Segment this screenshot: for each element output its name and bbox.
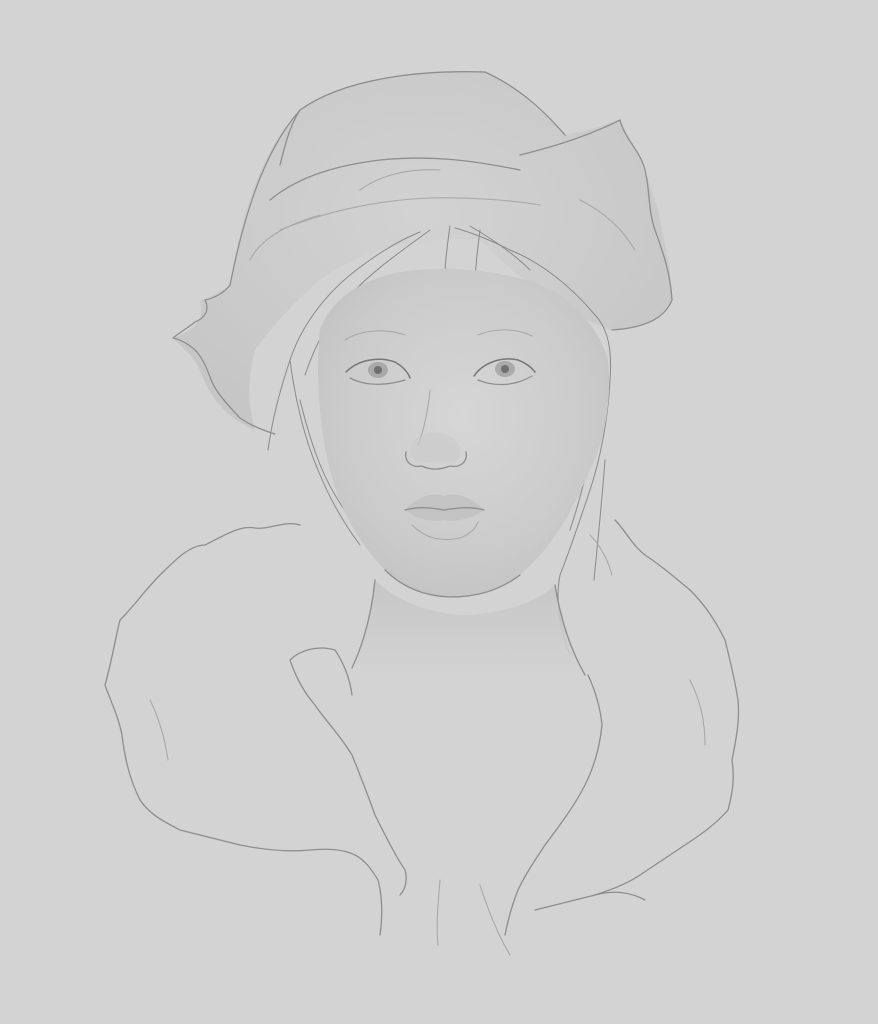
pencil-sketch xyxy=(104,71,740,956)
neck xyxy=(351,579,586,956)
face xyxy=(318,268,610,598)
drawing-canvas xyxy=(0,0,878,1024)
